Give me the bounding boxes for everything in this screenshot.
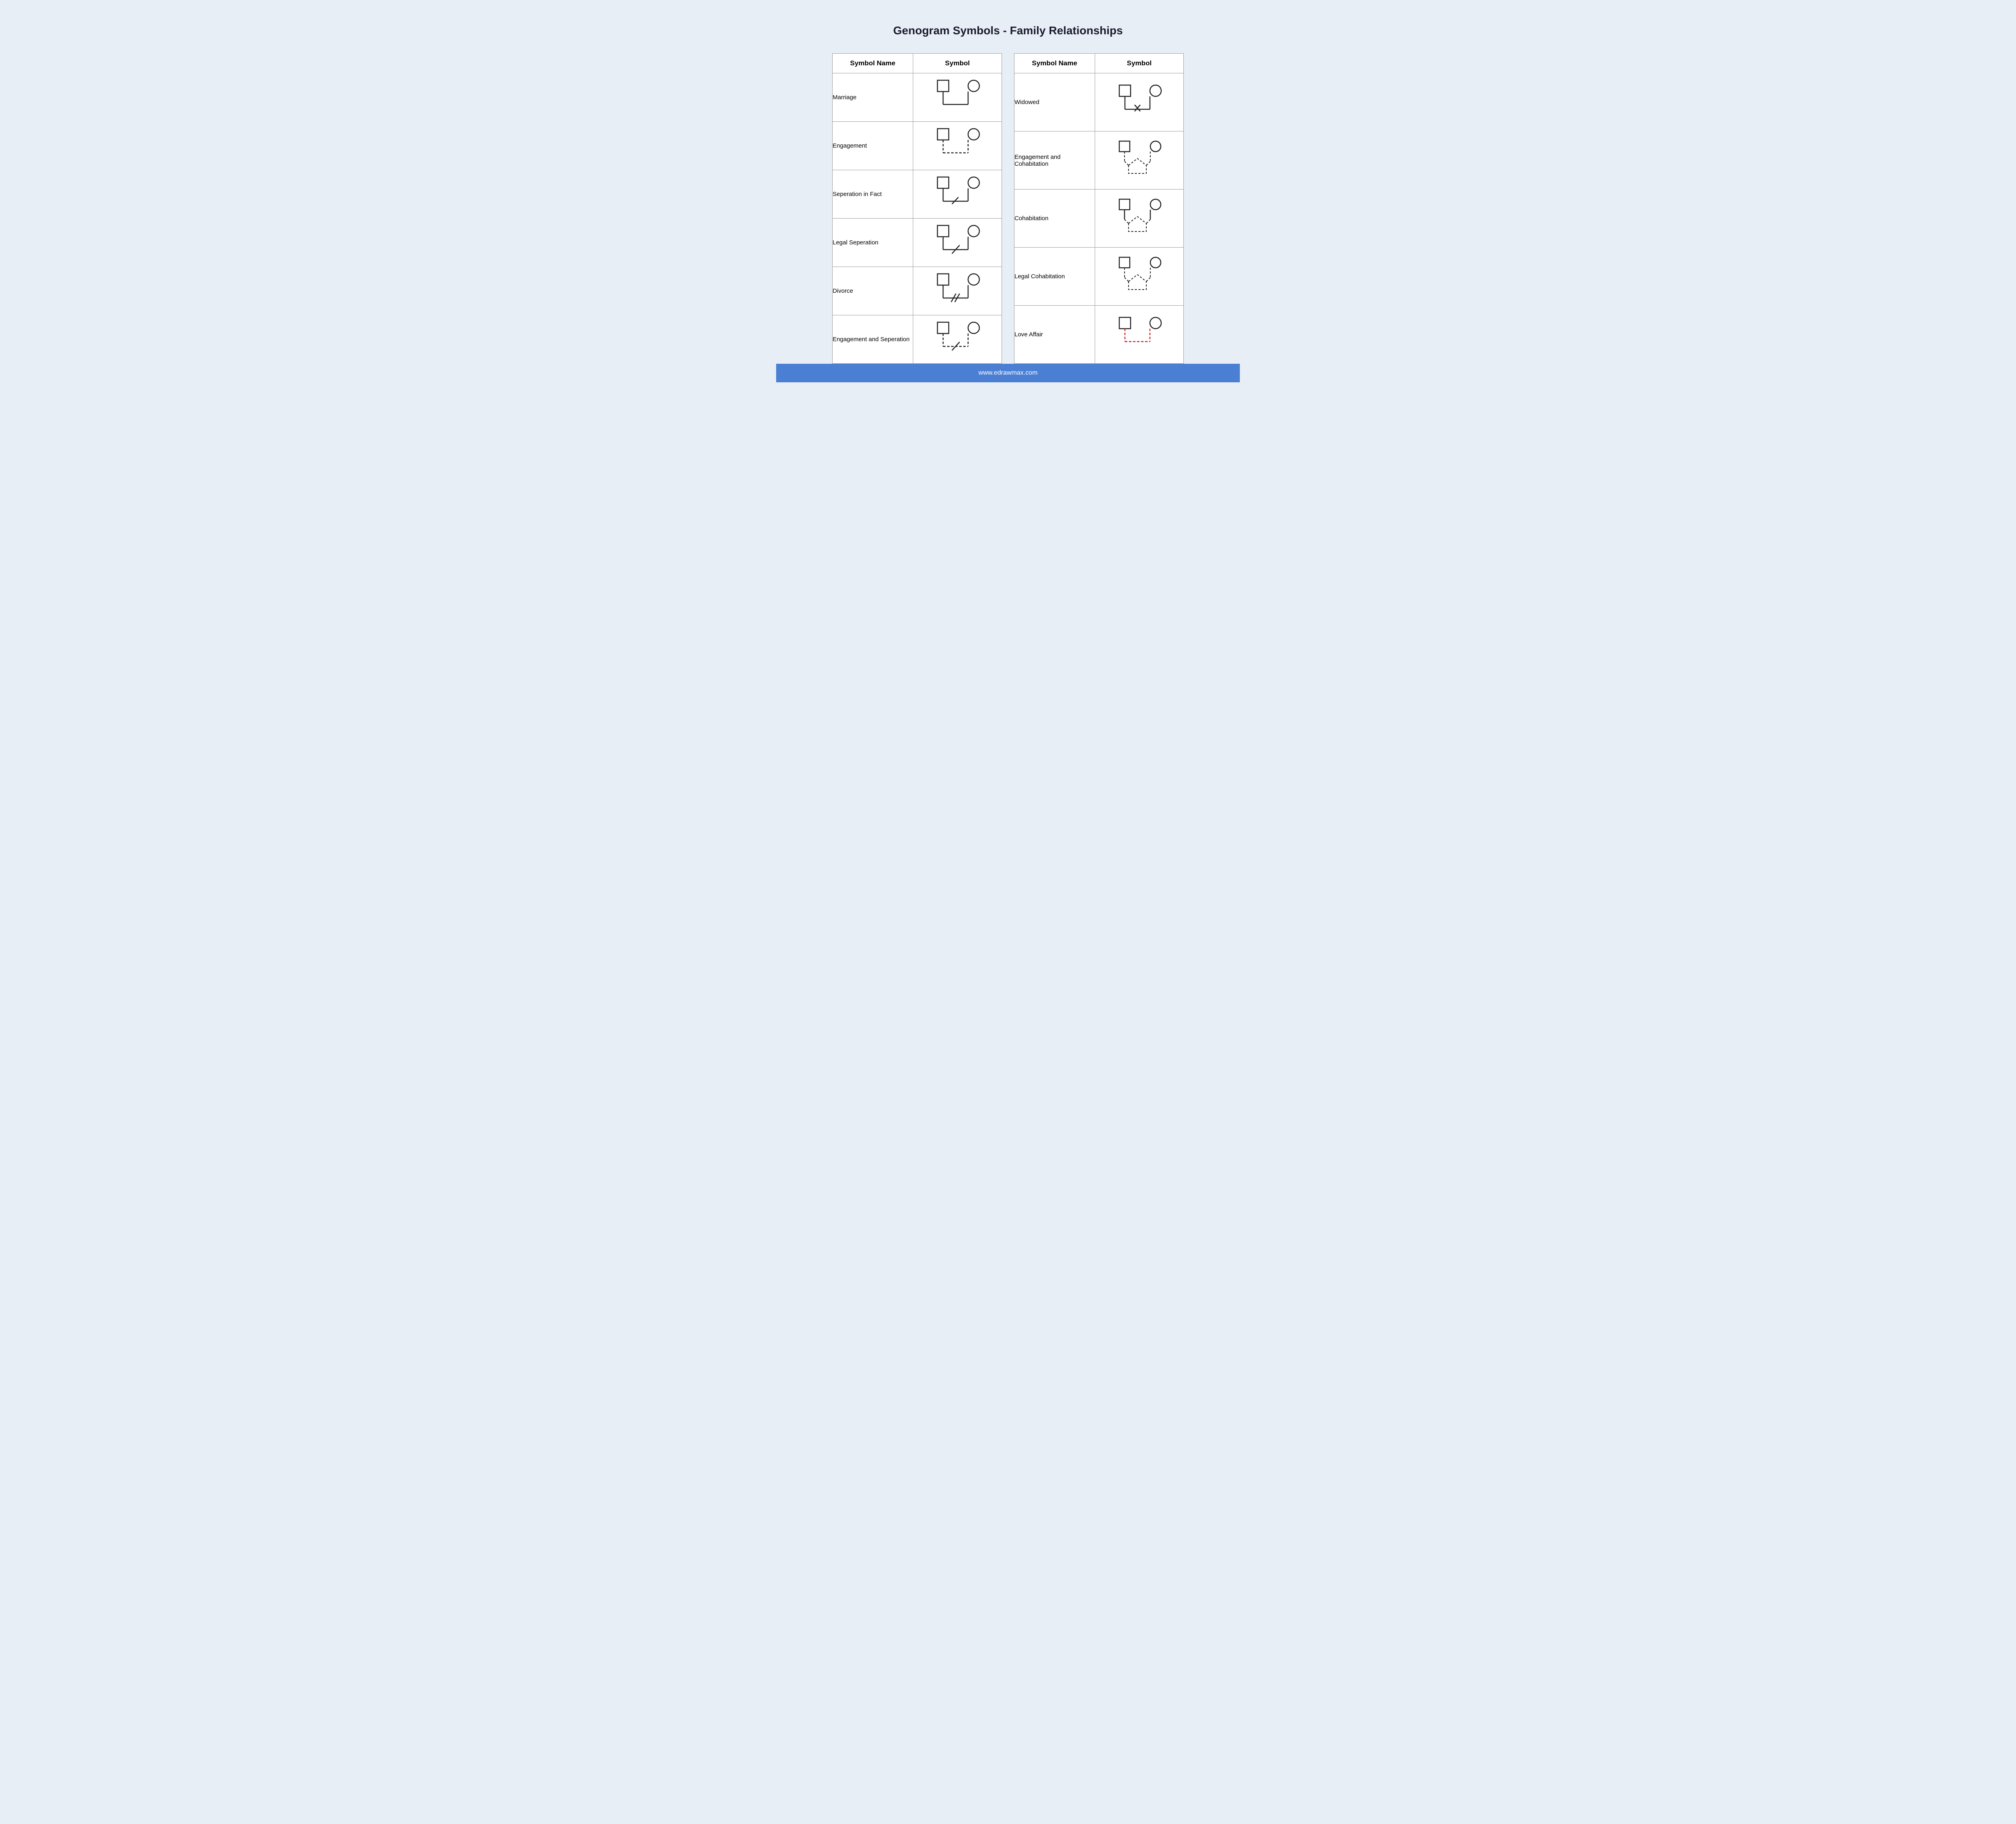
left-col1-header: Symbol Name — [833, 54, 913, 73]
row-name-cohabitation: Cohabitation — [1014, 190, 1095, 248]
row-name-widowed: Widowed — [1014, 73, 1095, 131]
table-row: Cohabitation — [1014, 190, 1184, 248]
row-name-legal-cohabitation: Legal Cohabitation — [1014, 248, 1095, 306]
table-row: Engagement and Seperation — [833, 315, 1002, 364]
footer-text: www.edrawmax.com — [979, 369, 1038, 376]
row-name-engagement-cohabitation: Engagement and Cohabitation — [1014, 131, 1095, 190]
tables-wrapper: Symbol Name Symbol Marriage — [776, 53, 1240, 382]
table-row: Marriage — [833, 73, 1002, 122]
table-row: Legal Seperation — [833, 219, 1002, 267]
table-row: Engagement and Cohabitation — [1014, 131, 1184, 190]
table-row: Legal Cohabitation — [1014, 248, 1184, 306]
symbol-separation-fact — [913, 170, 1002, 219]
symbol-engagement-separation — [913, 315, 1002, 364]
table-row: Engagement — [833, 122, 1002, 170]
row-name-marriage: Marriage — [833, 73, 913, 122]
right-col1-header: Symbol Name — [1014, 54, 1095, 73]
page-title: Genogram Symbols - Family Relationships — [893, 24, 1123, 37]
row-name-separation-fact: Seperation in Fact — [833, 170, 913, 219]
footer-bar: www.edrawmax.com — [776, 364, 1240, 382]
row-name-legal-separation: Legal Seperation — [833, 219, 913, 267]
row-name-engagement-separation: Engagement and Seperation — [833, 315, 913, 364]
symbol-love-affair — [1095, 306, 1184, 364]
table-row: Divorce — [833, 267, 1002, 315]
symbol-cohabitation — [1095, 190, 1184, 248]
symbol-divorce — [913, 267, 1002, 315]
symbol-marriage — [913, 73, 1002, 122]
table-row: Love Affair — [1014, 306, 1184, 364]
symbol-engagement-cohabitation — [1095, 131, 1184, 190]
right-table: Symbol Name Symbol Widowed — [1014, 53, 1184, 364]
row-name-engagement: Engagement — [833, 122, 913, 170]
table-row: Widowed — [1014, 73, 1184, 131]
row-name-love-affair: Love Affair — [1014, 306, 1095, 364]
symbol-engagement — [913, 122, 1002, 170]
symbol-widowed — [1095, 73, 1184, 131]
right-col2-header: Symbol — [1095, 54, 1184, 73]
symbol-legal-separation — [913, 219, 1002, 267]
symbol-legal-cohabitation — [1095, 248, 1184, 306]
row-name-divorce: Divorce — [833, 267, 913, 315]
tables-row: Symbol Name Symbol Marriage — [776, 53, 1240, 364]
left-col2-header: Symbol — [913, 54, 1002, 73]
left-table: Symbol Name Symbol Marriage — [832, 53, 1002, 364]
table-row: Seperation in Fact — [833, 170, 1002, 219]
